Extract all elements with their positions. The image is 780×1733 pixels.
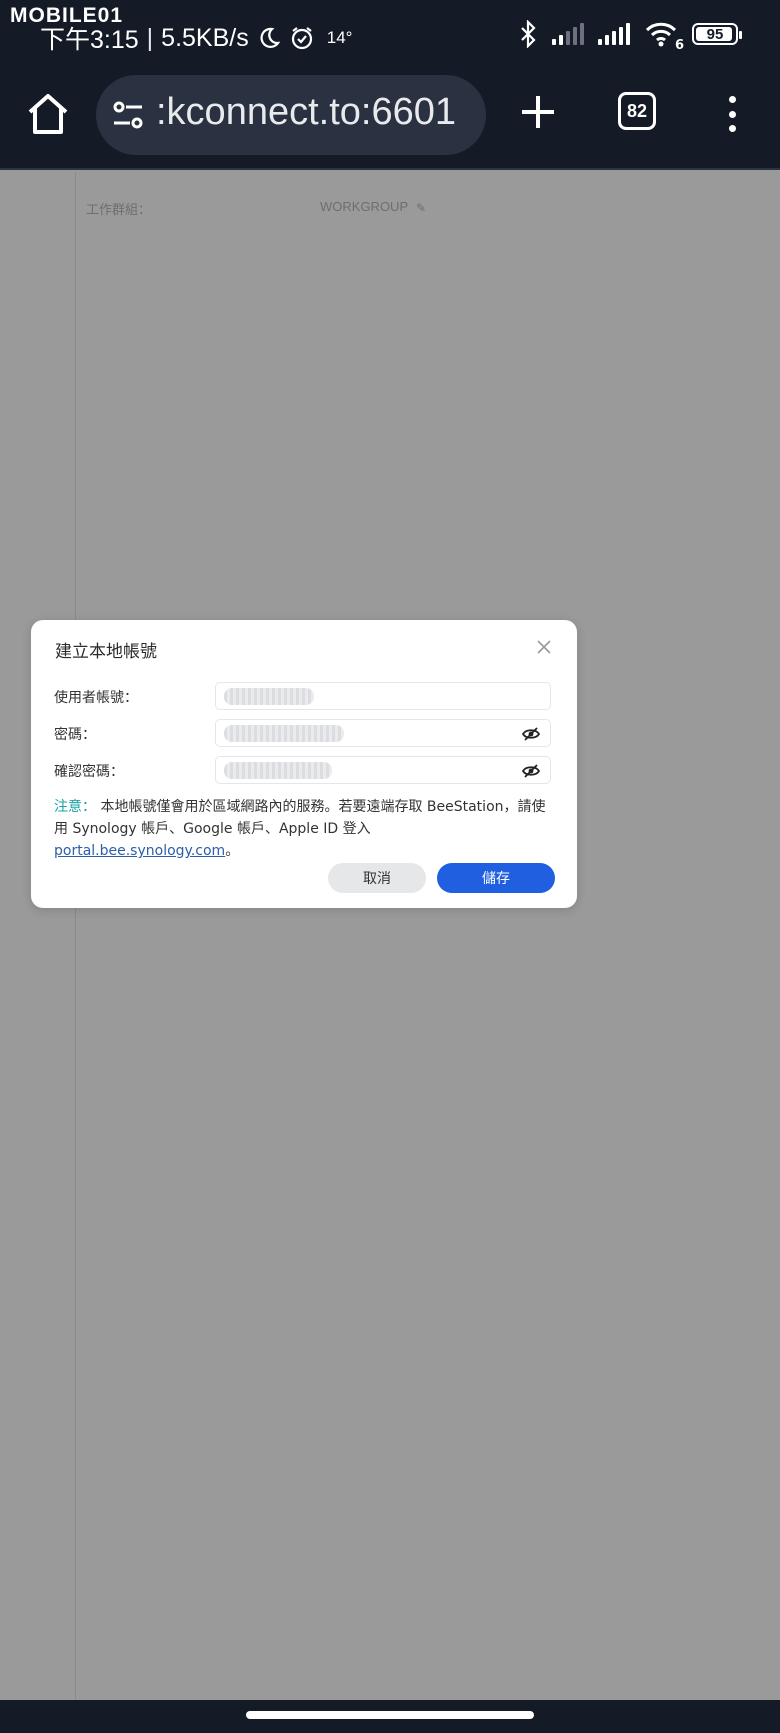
alarm-icon bbox=[291, 27, 312, 50]
username-label: 使用者帳號： bbox=[54, 690, 138, 706]
status-bar: MOBILE01 下午3:15 | 5.5KB/s 14° 6 95 bbox=[0, 0, 780, 70]
save-button[interactable]: 儲存 bbox=[437, 863, 555, 893]
signal-icon-2 bbox=[598, 23, 630, 45]
note-body: 本地帳號僅會用於區域網路內的服務。若要遠端存取 BeeStation，請使用 S… bbox=[54, 799, 546, 837]
battery-icon: 95 bbox=[692, 23, 742, 45]
workgroup-value: WORKGROUP bbox=[320, 199, 409, 214]
username-field[interactable] bbox=[215, 682, 551, 710]
status-left: 下午3:15 | 5.5KB/s 14° bbox=[40, 20, 352, 56]
signal-icon-1 bbox=[552, 23, 584, 45]
masked-value bbox=[224, 688, 314, 705]
password-label: 密碼： bbox=[54, 727, 96, 743]
bluetooth-icon bbox=[521, 20, 536, 48]
portal-link[interactable]: portal.bee.synology.com bbox=[54, 843, 225, 859]
menu-button[interactable] bbox=[722, 92, 742, 136]
workgroup-label: 工作群組： bbox=[86, 203, 152, 218]
status-separator: | bbox=[146, 23, 154, 52]
network-speed: 5.5KB/s bbox=[161, 23, 249, 52]
note-label: 注意： bbox=[54, 799, 96, 815]
browser-toolbar: :kconnect.to:6601 82 bbox=[0, 70, 780, 170]
page-background bbox=[0, 172, 780, 1700]
masked-value bbox=[224, 725, 344, 742]
edit-icon: ✎ bbox=[416, 201, 427, 215]
confirm-password-label: 確認密碼： bbox=[54, 764, 124, 780]
wifi-icon: 6 bbox=[644, 21, 684, 53]
dialog-title: 建立本地帳號 bbox=[55, 642, 157, 662]
status-right: 6 95 bbox=[518, 20, 742, 53]
address-bar[interactable]: :kconnect.to:6601 bbox=[96, 75, 486, 155]
home-indicator[interactable] bbox=[246, 1711, 534, 1719]
battery-level: 95 bbox=[706, 25, 724, 43]
masked-value bbox=[224, 762, 332, 779]
eye-off-icon[interactable] bbox=[522, 726, 540, 742]
password-field[interactable] bbox=[215, 719, 551, 747]
sidebar-divider bbox=[75, 172, 76, 1700]
site-settings-icon[interactable] bbox=[110, 97, 146, 133]
temperature: 14° bbox=[326, 28, 353, 47]
create-local-account-dialog: 建立本地帳號 使用者帳號： 密碼： 確認密碼： 注意： 本地帳號僅會用於區域網路… bbox=[31, 620, 577, 908]
note-end: 。 bbox=[225, 843, 240, 859]
tab-switcher-button[interactable]: 82 bbox=[618, 92, 656, 130]
note-text: 注意： 本地帳號僅會用於區域網路內的服務。若要遠端存取 BeeStation，請… bbox=[54, 796, 559, 862]
home-button[interactable] bbox=[24, 90, 72, 138]
wifi-badge: 6 bbox=[674, 38, 684, 53]
confirm-password-field[interactable] bbox=[215, 756, 551, 784]
url-text[interactable]: :kconnect.to:6601 bbox=[156, 91, 456, 134]
clock: 下午3:15 bbox=[40, 26, 139, 54]
moon-icon bbox=[260, 27, 280, 48]
close-icon[interactable] bbox=[535, 638, 553, 656]
eye-off-icon[interactable] bbox=[522, 763, 540, 779]
new-tab-button[interactable] bbox=[516, 90, 560, 134]
cancel-button[interactable]: 取消 bbox=[328, 863, 426, 893]
